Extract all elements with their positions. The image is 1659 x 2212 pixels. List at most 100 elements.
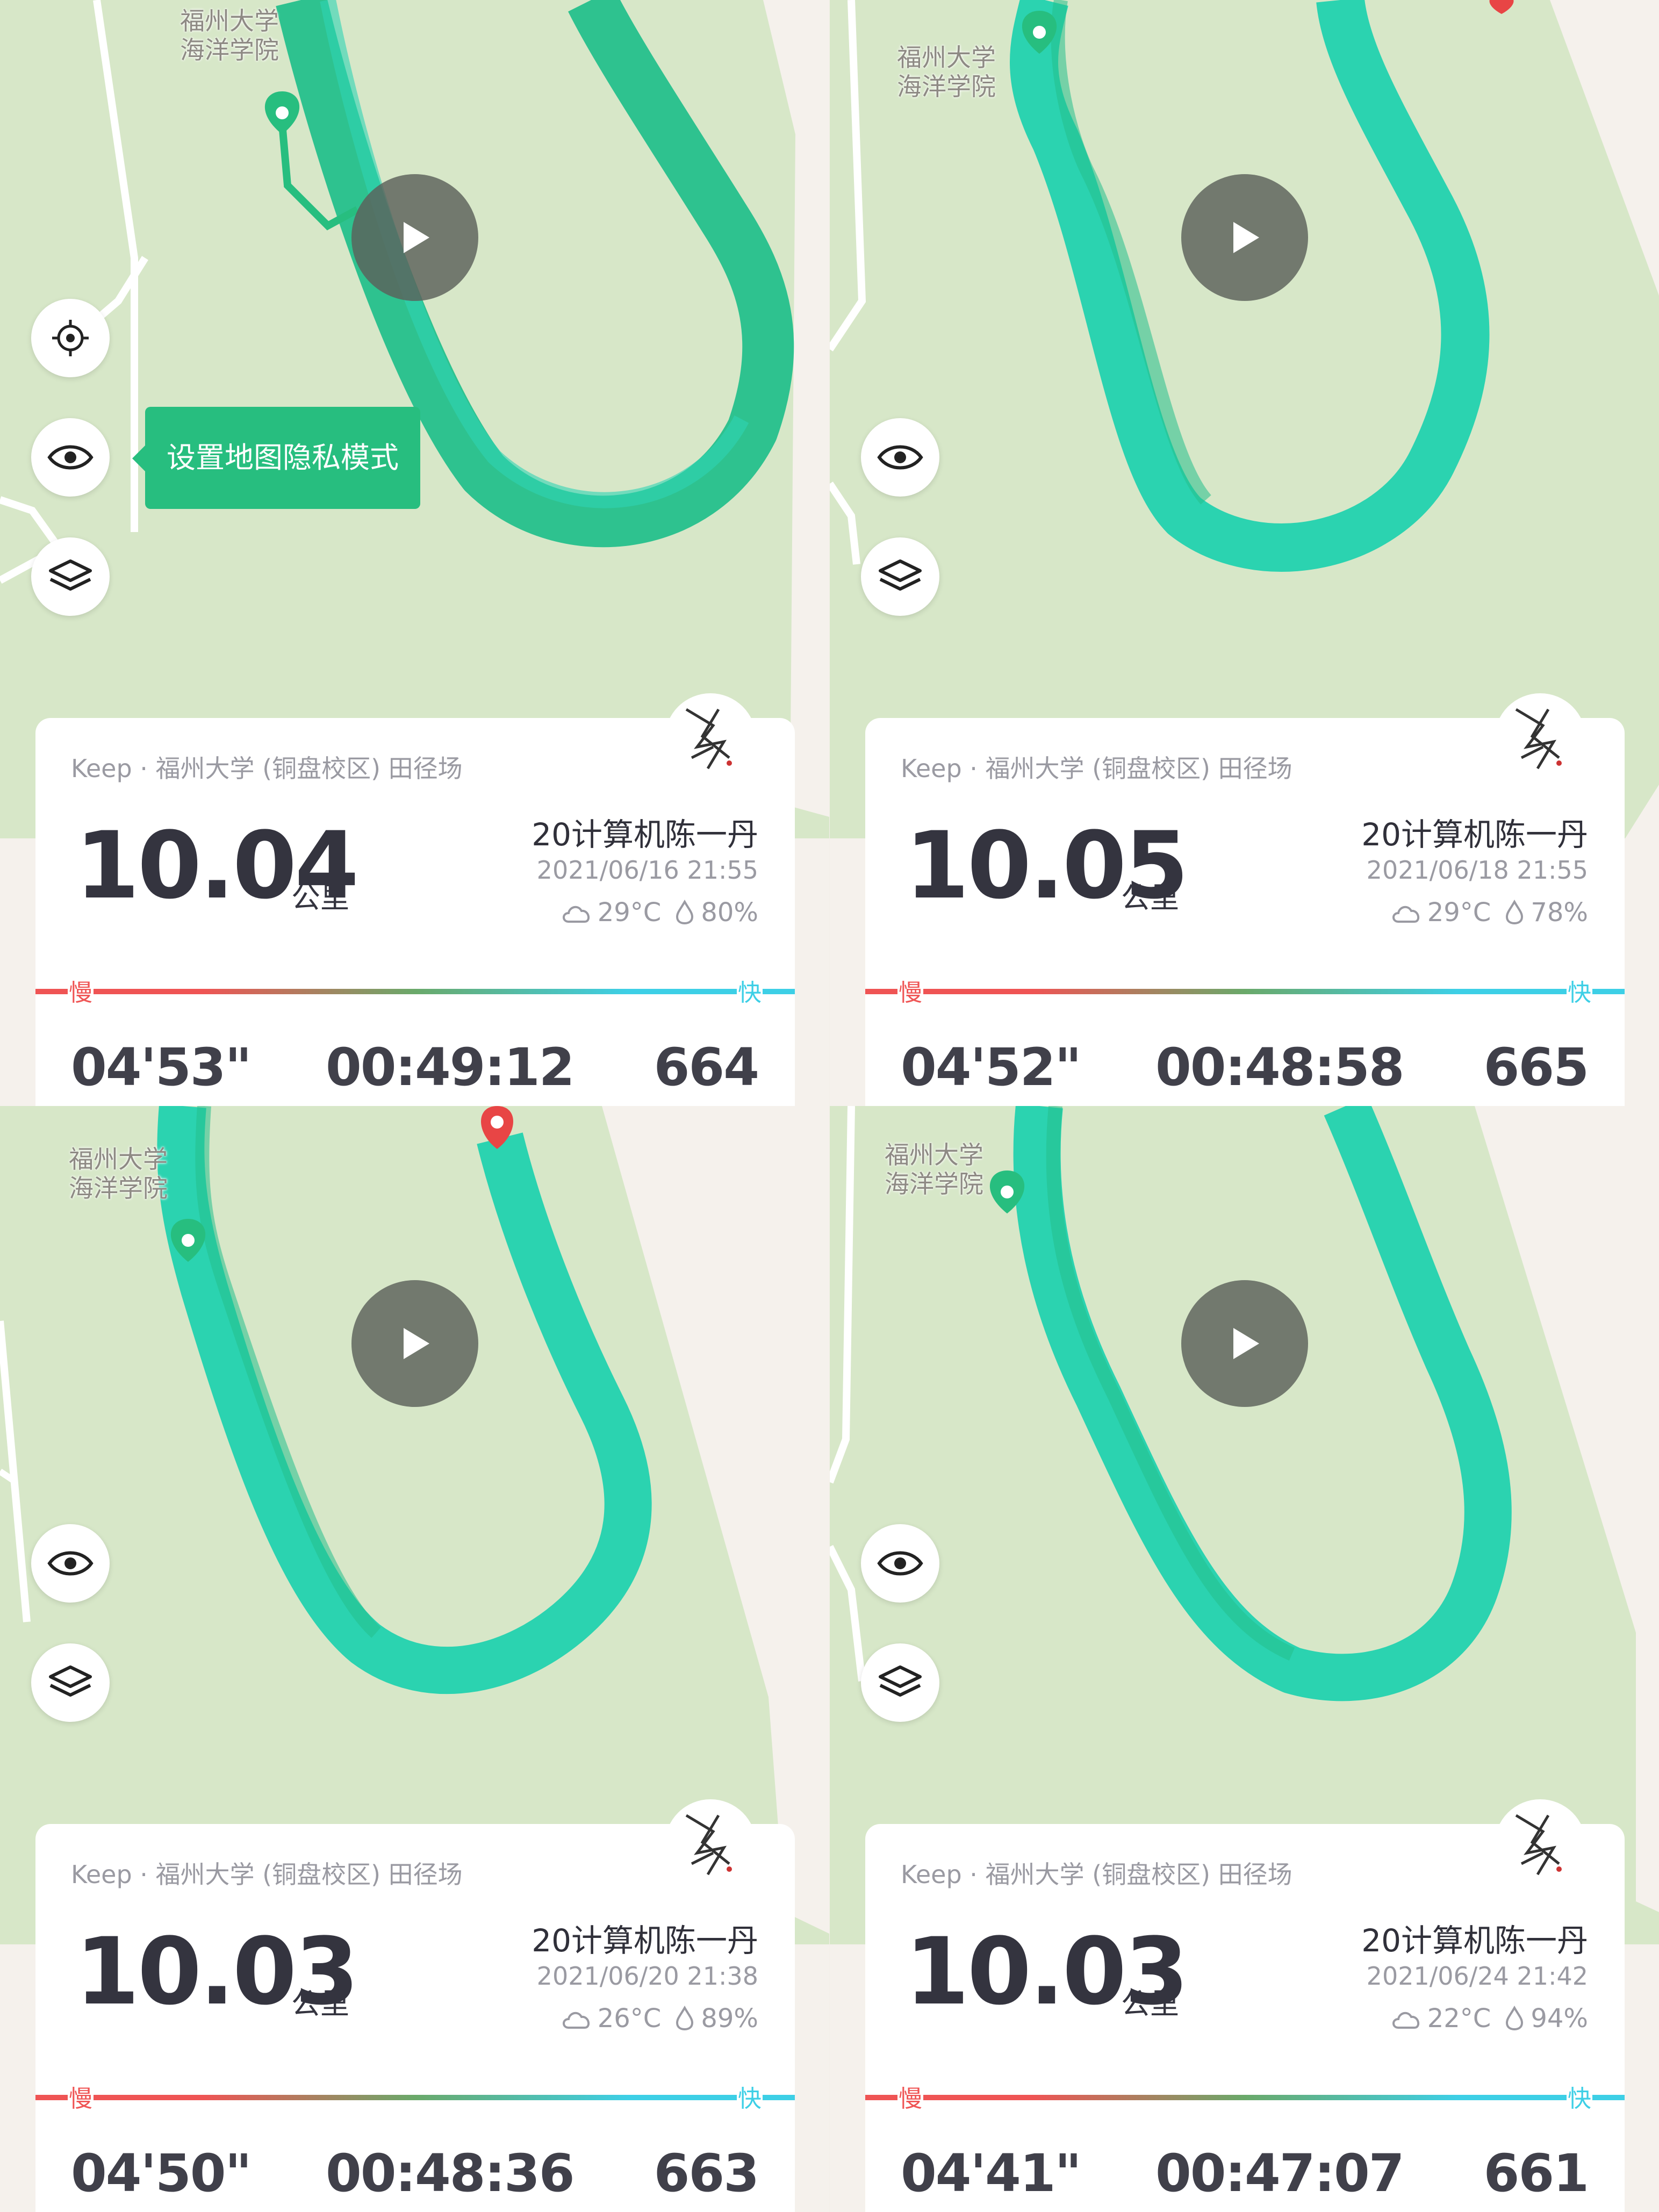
- eye-icon: [47, 1551, 94, 1576]
- privacy-eye-button[interactable]: [31, 1524, 110, 1603]
- slow-label: 慢: [68, 973, 94, 1008]
- duration: 00:49:12: [326, 1037, 575, 1097]
- source-label: Keep · 福州大学 (铜盘校区) 田径场: [901, 1860, 1292, 1889]
- cloud-icon: [1392, 2012, 1419, 2029]
- play-button[interactable]: [351, 174, 478, 301]
- humidity: 89%: [701, 2003, 758, 2034]
- map-layers-button[interactable]: [861, 537, 939, 616]
- fast-label: 快: [1567, 2079, 1592, 2114]
- calories: 663: [653, 2143, 759, 2203]
- avatar-sketch: [1515, 708, 1562, 770]
- user-name: 20计算机陈一丹: [1361, 816, 1588, 853]
- avatar-sketch: [685, 708, 732, 770]
- run-datetime: 2021/06/20 21:38: [536, 1962, 758, 1991]
- slow-label: 慢: [897, 973, 923, 1008]
- cloud-icon: [562, 906, 590, 923]
- humidity-drop-icon: [1506, 900, 1524, 925]
- map-layers-button[interactable]: [861, 1643, 939, 1722]
- avg-pace: 04'52": [901, 1037, 1082, 1097]
- user-name: 20计算机陈一丹: [532, 816, 758, 853]
- privacy-eye-button[interactable]: [861, 1524, 939, 1603]
- privacy-eye-button[interactable]: [31, 418, 110, 497]
- map-layers-button[interactable]: [31, 1643, 110, 1722]
- weather-info: 26°C 89%: [561, 2003, 758, 2034]
- avatar[interactable]: [665, 693, 756, 785]
- distance-unit: 公里: [1121, 881, 1179, 915]
- layers-icon: [879, 1665, 922, 1697]
- map-place-label: 福州大学 海洋学院: [885, 1140, 983, 1198]
- pace-gradient-bar: [865, 2095, 1625, 2100]
- cloud-icon: [562, 2012, 590, 2029]
- source-label: Keep · 福州大学 (铜盘校区) 田径场: [71, 1860, 463, 1889]
- humidity-drop-icon: [676, 900, 694, 925]
- map-layers-button[interactable]: [31, 537, 110, 616]
- weather-info: 29°C 80%: [561, 897, 758, 928]
- eye-icon: [47, 445, 94, 470]
- humidity: 78%: [1531, 897, 1588, 928]
- avatar[interactable]: [665, 1799, 756, 1891]
- avg-pace: 04'53": [71, 1037, 252, 1097]
- avg-pace: 04'50": [71, 2143, 252, 2203]
- play-button[interactable]: [1181, 1280, 1308, 1407]
- play-icon: [1233, 1328, 1259, 1359]
- calories: 664: [653, 1037, 759, 1097]
- temperature: 22°C: [1427, 2003, 1491, 2034]
- duration: 00:48:36: [326, 2143, 575, 2203]
- play-icon: [404, 1328, 429, 1359]
- run-summary-card: Keep · 福州大学 (铜盘校区) 田径场 10.03 公里 20计算机陈一丹…: [865, 1799, 1625, 2212]
- fast-label: 快: [737, 973, 763, 1008]
- run-datetime: 2021/06/18 21:55: [1366, 856, 1588, 885]
- distance-unit: 公里: [291, 1987, 349, 2021]
- play-icon: [1233, 222, 1259, 253]
- run-panel-3: 福州大学 海洋学院 Keep · 福州大学 (铜盘校区) 田径场 10.03 公…: [0, 1106, 829, 2212]
- user-name: 20计算机陈一丹: [532, 1922, 758, 1959]
- user-name: 20计算机陈一丹: [1361, 1922, 1588, 1959]
- calories: 665: [1483, 1037, 1589, 1097]
- temperature: 29°C: [597, 897, 662, 928]
- avatar[interactable]: [1495, 1799, 1586, 1891]
- humidity-drop-icon: [676, 2006, 694, 2031]
- eye-icon: [877, 445, 923, 470]
- pace-gradient-bar: [865, 989, 1625, 994]
- run-panel-1: 福州大学 海洋学院 设置地图隐私模式 Keep · 福州大学 (铜盘校区) 田径…: [0, 0, 829, 1106]
- privacy-mode-tooltip[interactable]: 设置地图隐私模式: [132, 407, 420, 509]
- layers-icon: [879, 559, 922, 591]
- run-summary-card: Keep · 福州大学 (铜盘校区) 田径场 10.05 公里 20计算机陈一丹…: [865, 693, 1625, 1106]
- pace-gradient-bar: [35, 989, 795, 994]
- humidity: 94%: [1531, 2003, 1588, 2034]
- temperature: 26°C: [597, 2003, 662, 2034]
- temperature: 29°C: [1427, 897, 1491, 928]
- source-label: Keep · 福州大学 (铜盘校区) 田径场: [71, 754, 463, 783]
- run-summary-card: Keep · 福州大学 (铜盘校区) 田径场 10.03 公里 20计算机陈一丹…: [35, 1799, 795, 2212]
- play-button[interactable]: [1181, 174, 1308, 301]
- eye-icon: [877, 1551, 923, 1576]
- fast-label: 快: [737, 2079, 763, 2114]
- fast-label: 快: [1567, 973, 1592, 1008]
- run-datetime: 2021/06/16 21:55: [536, 856, 758, 885]
- duration: 00:47:07: [1155, 2143, 1405, 2203]
- pace-gradient-bar: [35, 2095, 795, 2100]
- run-panel-4: 福州大学 海洋学院 Keep · 福州大学 (铜盘校区) 田径场 10.03 公…: [830, 1106, 1659, 2212]
- avatar-sketch: [1515, 1814, 1562, 1876]
- calories: 661: [1483, 2143, 1589, 2203]
- map-place-label: 福州大学 海洋学院: [897, 43, 996, 101]
- cloud-icon: [1392, 906, 1419, 923]
- humidity: 80%: [701, 897, 758, 928]
- privacy-eye-button[interactable]: [861, 418, 939, 497]
- locate-button[interactable]: [31, 299, 110, 377]
- weather-info: 29°C 78%: [1391, 897, 1588, 928]
- slow-label: 慢: [68, 2079, 94, 2114]
- humidity-drop-icon: [1506, 2006, 1524, 2031]
- avatar[interactable]: [1495, 693, 1586, 785]
- crosshair-icon: [52, 320, 89, 356]
- avg-pace: 04'41": [901, 2143, 1082, 2203]
- run-summary-card: Keep · 福州大学 (铜盘校区) 田径场 10.04 公里 20计算机陈一丹…: [35, 693, 795, 1106]
- slow-label: 慢: [897, 2079, 923, 2114]
- map-place-label: 福州大学 海洋学院: [69, 1145, 168, 1203]
- run-datetime: 2021/06/24 21:42: [1366, 1962, 1588, 1991]
- layers-icon: [49, 559, 92, 591]
- weather-info: 22°C 94%: [1391, 2003, 1588, 2034]
- duration: 00:48:58: [1155, 1037, 1405, 1097]
- distance-unit: 公里: [1121, 1987, 1179, 2021]
- play-button[interactable]: [351, 1280, 478, 1407]
